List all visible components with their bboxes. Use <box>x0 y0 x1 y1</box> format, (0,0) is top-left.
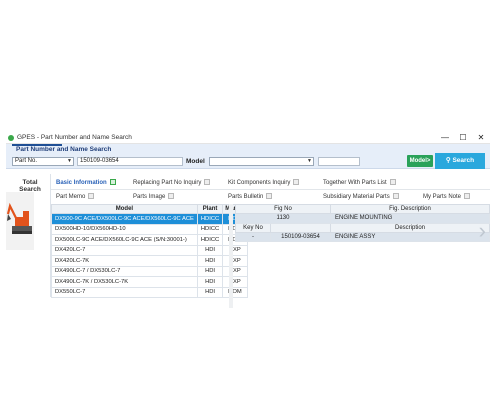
tab-kit-components[interactable]: Kit Components Inquiry <box>228 179 300 187</box>
table-row[interactable]: DX420LC-7 HDI EXP <box>51 244 248 256</box>
checkbox-icon <box>293 179 300 186</box>
models-scrollbar[interactable] <box>229 204 233 308</box>
tab-parts-bulletin[interactable]: Parts Bulletin <box>228 193 273 201</box>
table-row[interactable]: DX500HD-10/DX560HD-10 HDICC DOM <box>51 223 248 235</box>
checkbox-icon <box>88 193 95 200</box>
model-label: Model <box>186 158 205 165</box>
part-number-input[interactable]: 150109-03654 <box>77 157 183 166</box>
left-panel: Total Search <box>6 174 51 297</box>
table-row[interactable]: DX500LC-9C ACE/DX560LC-9C ACE (S/N:30001… <box>51 234 248 246</box>
page-header: Part Number and Name Search <box>6 144 490 153</box>
column-header-model[interactable]: Model <box>51 204 198 214</box>
window-title: GPES - Part Number and Name Search <box>17 134 132 141</box>
model-select[interactable]: ▼ <box>209 157 314 166</box>
minimize-icon[interactable]: — <box>436 132 454 144</box>
tabs-divider <box>51 189 490 190</box>
tab-basic-information[interactable]: Basic Information <box>56 179 116 187</box>
tab-together-parts[interactable]: Together With Parts List <box>323 179 396 187</box>
chevron-down-icon: ▼ <box>307 158 312 164</box>
checkbox-icon <box>204 179 211 186</box>
checkbox-icon <box>168 193 175 200</box>
column-header-fig-description[interactable]: Fig. Description <box>330 204 490 214</box>
close-icon[interactable]: ✕ <box>472 132 490 144</box>
column-header-fig-no[interactable]: Fig No <box>235 204 331 214</box>
chevron-down-icon: ▼ <box>67 158 72 164</box>
tab-replacing-part[interactable]: Replacing Part No Inquiry <box>133 179 211 187</box>
total-search-label: Total Search <box>19 179 41 193</box>
table-row[interactable]: DX420LC-7K HDI EXP <box>51 255 248 267</box>
model-button[interactable]: Model> <box>407 155 433 167</box>
tab-parts-image[interactable]: Parts Image <box>133 193 175 201</box>
chevron-right-icon[interactable]: › <box>479 218 486 244</box>
app-window: GPES - Part Number and Name Search — ☐ ✕… <box>6 132 490 308</box>
column-header-key-no[interactable]: Key No <box>235 222 271 233</box>
app-icon <box>8 134 14 141</box>
checkbox-icon <box>109 179 116 186</box>
table-row[interactable]: 1130 ENGINE MOUNTING <box>235 213 490 224</box>
column-header-plant[interactable]: Plant <box>196 204 224 214</box>
column-header-part-no[interactable] <box>270 222 331 233</box>
table-row[interactable]: DX550LC-7 HDI DOM <box>51 286 248 298</box>
page-title: Part Number and Name Search <box>16 146 112 153</box>
info-tabs: Basic Information Replacing Part No Inqu… <box>51 177 490 205</box>
model-input[interactable] <box>318 157 360 166</box>
tab-subsidiary-material[interactable]: Subsidiary Material Parts <box>323 193 399 201</box>
search-type-select[interactable]: Part No. ▼ <box>12 157 74 166</box>
tab-my-parts-note[interactable]: My Parts Note <box>423 193 471 201</box>
table-row[interactable]: DX490LC-7 / DX530LC-7 HDI EXP <box>51 265 248 277</box>
column-header-description[interactable]: Description <box>330 222 490 233</box>
checkbox-icon <box>392 193 399 200</box>
table-row[interactable]: DX490LC-7K / DX530LC-7K HDI EXP <box>51 276 248 288</box>
search-button[interactable]: ⚲ Search <box>435 153 485 169</box>
tab-part-memo[interactable]: Part Memo <box>56 193 95 201</box>
figure-table: Fig No Fig. Description 1130 ENGINE MOUN… <box>235 204 490 242</box>
checkbox-icon <box>266 193 273 200</box>
checkbox-icon <box>464 193 471 200</box>
excavator-image <box>6 192 34 250</box>
title-bar: GPES - Part Number and Name Search — ☐ ✕ <box>6 132 490 144</box>
table-row[interactable]: DX500-9C ACE/DX500LC-9C ACE/DX560LC-9C A… <box>51 213 248 225</box>
models-table: Model Plant Market DX500-9C ACE/DX500LC-… <box>51 204 248 298</box>
checkbox-icon <box>389 179 396 186</box>
search-bar: Part No. ▼ 150109-03654 Model ▼ Model> ⚲… <box>6 153 490 169</box>
table-row[interactable]: - 150109-03654 ENGINE ASSY <box>235 231 490 242</box>
maximize-icon[interactable]: ☐ <box>454 132 472 144</box>
